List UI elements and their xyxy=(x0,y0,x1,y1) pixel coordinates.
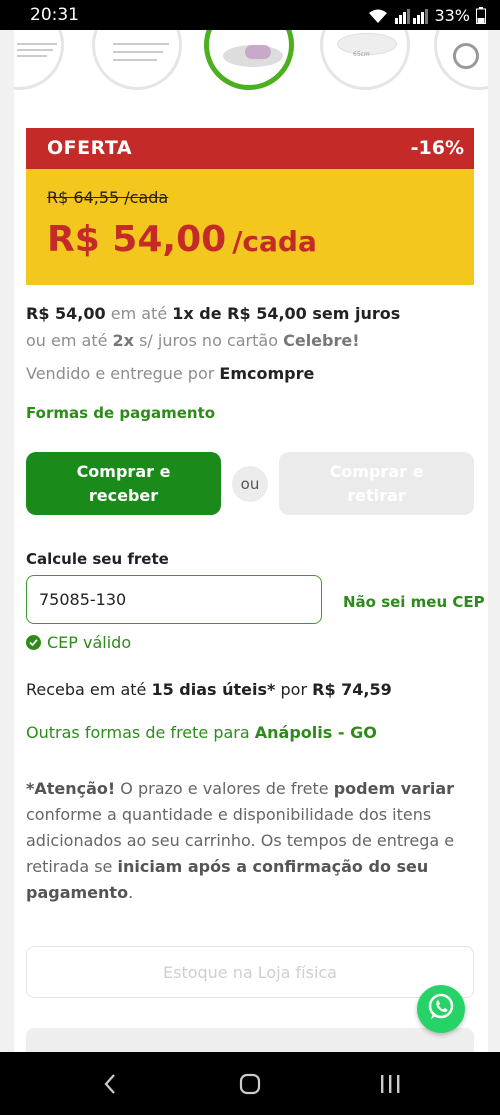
seller-prefix: Vendido e entregue por xyxy=(26,364,215,383)
price-unit: /cada xyxy=(232,225,317,258)
thumbnail-active[interactable] xyxy=(204,30,294,90)
wifi-icon xyxy=(368,8,388,24)
store-stock-button[interactable]: Estoque na Loja física xyxy=(26,946,474,998)
card-offer-count: 2x xyxy=(112,331,134,350)
cep-valid-label: CEP válido xyxy=(47,633,132,652)
installments-price: R$ 54,00 xyxy=(26,304,106,323)
offer-label: OFERTA xyxy=(47,137,133,159)
delivery-estimate: Receba em até 15 dias úteis* por R$ 74,5… xyxy=(26,680,392,699)
status-icons: 33% xyxy=(368,6,486,25)
unknown-cep-link[interactable]: Não sei meu CEP xyxy=(343,593,485,611)
battery-level: 33% xyxy=(434,6,470,25)
notice-attention: *Atenção! xyxy=(26,779,116,798)
navigation-bar xyxy=(0,1052,500,1115)
card-offer-middle: s/ juros no cartão xyxy=(139,331,278,350)
home-icon[interactable] xyxy=(220,1052,280,1115)
price-box: R$ 64,55 /cada R$ 54,00/cada xyxy=(26,169,474,285)
card-offer-card: Celebre! xyxy=(283,331,360,350)
or-separator: ou xyxy=(232,466,268,502)
thumbnail-strip[interactable]: 65cm xyxy=(14,30,488,100)
whatsapp-button[interactable] xyxy=(417,985,465,1033)
check-circle-icon xyxy=(26,635,41,650)
seller-name: Emcompre xyxy=(219,364,315,383)
freight-notice: *Atenção! O prazo e valores de frete pod… xyxy=(26,776,466,906)
delivery-mid: por xyxy=(280,680,308,699)
installments-info: R$ 54,00 em até 1x de R$ 54,00 sem juros xyxy=(26,304,400,323)
buy-and-receive-button[interactable]: Comprar e receber xyxy=(26,452,221,515)
notice-emphasis: podem variar xyxy=(333,779,454,798)
delivery-prefix: Receba em até xyxy=(26,680,147,699)
card-offer: ou em até 2x s/ juros no cartão Celebre! xyxy=(26,331,360,350)
offer-banner: OFERTA -16% xyxy=(26,128,474,169)
next-section-card xyxy=(26,1028,474,1052)
notice-text: O prazo e valores de frete xyxy=(115,779,334,798)
old-price: R$ 64,55 /cada xyxy=(47,188,169,207)
delivery-days: 15 dias úteis* xyxy=(151,680,276,699)
status-bar: 20:31 33% xyxy=(0,0,500,30)
buy-and-pickup-button[interactable]: Comprar e retirar xyxy=(279,452,474,515)
page-gutter-right xyxy=(488,30,500,1052)
payment-methods-link[interactable]: Formas de pagamento xyxy=(26,404,215,422)
signal-icon xyxy=(394,8,429,24)
thumbnail[interactable] xyxy=(92,30,182,90)
other-freight-link[interactable]: Outras formas de frete para Anápolis - G… xyxy=(26,723,377,742)
installments-plan: 1x de R$ 54,00 sem juros xyxy=(172,304,401,323)
battery-icon xyxy=(476,7,486,24)
current-price: R$ 54,00/cada xyxy=(47,219,317,260)
price-amount: R$ 54,00 xyxy=(47,219,227,260)
back-icon[interactable] xyxy=(80,1052,140,1115)
notice-text: . xyxy=(128,883,134,902)
product-page: 65cm OFERTA -16% R$ 64,55 /cada R$ 54,00… xyxy=(14,30,488,1052)
other-freight-city: Anápolis - GO xyxy=(254,723,377,742)
discount-badge: -16% xyxy=(410,137,464,159)
delivery-price: R$ 74,59 xyxy=(312,680,392,699)
freight-title: Calcule seu frete xyxy=(26,550,169,568)
thumbnail[interactable] xyxy=(434,30,488,90)
page-gutter-left xyxy=(0,30,14,1052)
cep-input[interactable] xyxy=(26,575,322,624)
recent-apps-icon[interactable] xyxy=(360,1052,420,1115)
thumbnail-caption: 65cm xyxy=(353,51,370,58)
installments-connector: em até xyxy=(110,304,168,323)
card-offer-prefix: ou em até xyxy=(26,331,108,350)
whatsapp-icon xyxy=(425,991,457,1027)
cep-valid-status: CEP válido xyxy=(26,633,131,652)
thumbnail[interactable]: 65cm xyxy=(320,30,410,90)
seller-info: Vendido e entregue por Emcompre xyxy=(26,364,314,383)
other-freight-prefix: Outras formas de frete para xyxy=(26,723,250,742)
thumbnail[interactable] xyxy=(14,30,64,90)
status-time: 20:31 xyxy=(30,5,79,25)
